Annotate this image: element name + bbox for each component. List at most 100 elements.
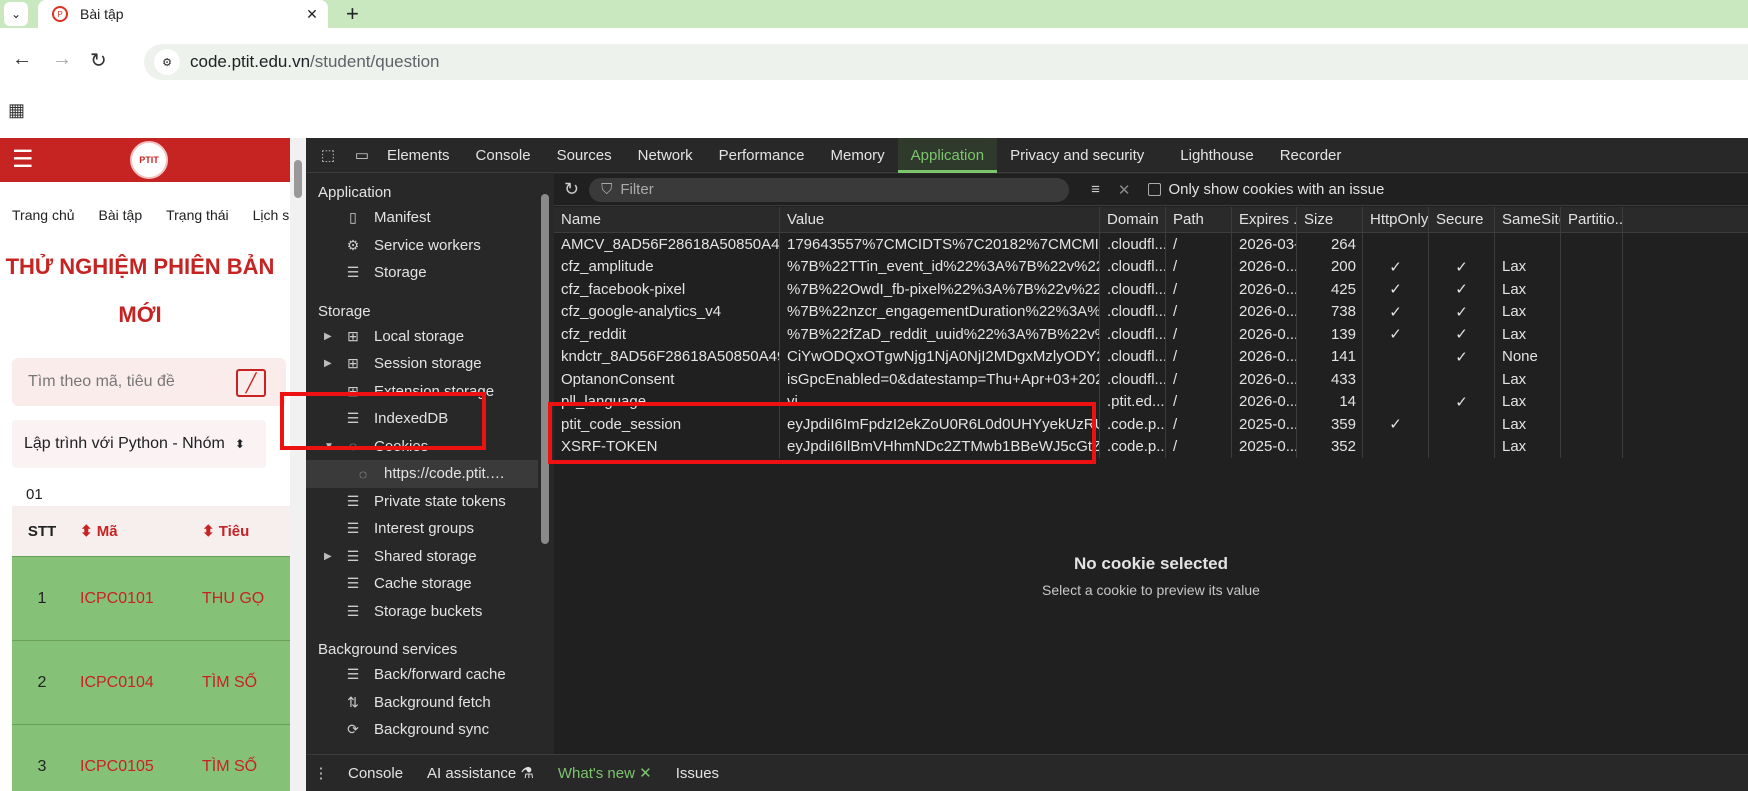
only-issue-checkbox[interactable] [1148,183,1162,196]
cookie-cell-domain: .ptit.ed... [1100,390,1166,413]
nav-exercises[interactable]: Bài tập [99,207,143,223]
tab-application[interactable]: Application [897,137,998,173]
sidebar-item-background-fetch[interactable]: ⇅ Background fetch [306,689,538,717]
tab-elements[interactable]: Elements [374,138,463,173]
forward-arrow-icon[interactable]: → [52,48,72,71]
delete-selected-icon[interactable]: ✕ [1118,181,1131,199]
col-partition[interactable]: Partitio... [1561,207,1623,232]
nav-home[interactable]: Trang chủ [12,207,75,223]
sidebar-item-private-state-tokens[interactable]: ☰ Private state tokens [306,488,538,516]
tab-memory[interactable]: Memory [818,138,898,173]
cookie-cell-secure: ✓ [1429,323,1495,346]
search-button[interactable]: ╱ [236,369,266,397]
tab-lighthouse[interactable]: Lighthouse [1167,138,1266,173]
row-title[interactable]: TÌM SỐ [202,758,257,776]
col-domain[interactable]: Domain [1100,207,1166,232]
col-value[interactable]: Value [780,207,1100,232]
sidebar-item-storage-buckets[interactable]: ☰ Storage buckets [306,598,538,626]
close-icon[interactable]: ✕ [639,765,652,782]
tab-privacy-security[interactable]: Privacy and security [997,138,1157,173]
cookie-cell-expires: 2026-0... [1232,323,1297,346]
cookie-row[interactable]: cfz_reddit %7B%22fZaD_reddit_uuid%22%3A%7… [554,323,1748,346]
col-path[interactable]: Path [1166,207,1232,232]
sidebar-scrollbar-thumb[interactable] [541,194,549,544]
cookie-cell-value: %7B%22nzcr_engagementDuration%22%3A%7B%.… [780,300,1100,323]
reload-icon[interactable]: ↻ [90,48,107,73]
sidebar-item-service-workers[interactable]: ⚙ Service workers [306,232,538,260]
more-options-icon[interactable]: ⋮ [306,764,336,782]
expand-arrow-icon[interactable]: ▶ [324,331,332,342]
row-code[interactable]: ICPC0104 [72,674,202,692]
cookie-row[interactable]: OptanonConsent isGpcEnabled=0&datestamp=T… [554,368,1748,391]
cookie-row[interactable]: cfz_facebook-pixel %7B%22OwdI_fb-pixel%22… [554,278,1748,301]
back-arrow-icon[interactable]: ← [12,48,32,71]
ptit-logo[interactable]: PTIT [130,141,168,179]
sidebar-item-session-storage[interactable]: ▶ ⊞ Session storage [306,350,538,378]
cookie-row[interactable]: AMCV_8AD56F28618A50850A495...179643557%7… [554,233,1748,256]
row-title[interactable]: TÌM SỐ [202,674,257,692]
expand-arrow-icon[interactable]: ▶ [324,358,332,369]
row-title[interactable]: THU GỌ [202,590,264,608]
cookie-row[interactable]: kndctr_8AD56F28618A50850A495...CiYwODQxO… [554,345,1748,368]
cookie-cell-size: 738 [1297,300,1363,323]
sidebar-item-label: Shared storage [374,547,477,565]
clear-filtered-icon[interactable]: ≡ [1091,181,1100,198]
drawer-tab-whats-new[interactable]: What's new ✕ [546,764,664,782]
header-code[interactable]: ⬍ Mã [72,522,202,540]
page-scrollbar-thumb[interactable] [294,160,302,198]
header-title[interactable]: ⬍ Tiêu [202,522,249,540]
apps-grid-icon[interactable]: ▦ [8,100,25,121]
tab-console[interactable]: Console [463,138,544,173]
drawer-tab-issues[interactable]: Issues [664,765,731,782]
device-toolbar-icon[interactable]: ▭ [350,146,374,164]
drawer-tab-ai-assistance[interactable]: AI assistance ⚗ [415,764,546,782]
browser-tab[interactable]: P Bài tập ✕ [38,0,328,28]
drawer-tab-console[interactable]: Console [336,765,415,782]
sidebar-item-bfcache[interactable]: ☰ Back/forward cache [306,661,538,689]
nav-status[interactable]: Trạng thái [166,207,229,223]
sidebar-item-background-sync[interactable]: ⟳ Background sync [306,716,538,744]
tab-search-button[interactable]: ⌄ [4,2,28,26]
sidebar-item-cookie-origin[interactable]: ◌ https://code.ptit.edu.vn [306,460,538,488]
col-size[interactable]: Size [1297,207,1363,232]
tab-network[interactable]: Network [625,138,706,173]
hamburger-menu-icon[interactable]: ☰ [12,148,34,172]
col-samesite[interactable]: SameSite [1495,207,1561,232]
col-httponly[interactable]: HttpOnly [1363,207,1429,232]
nav-history[interactable]: Lịch sử [253,207,290,223]
filter-input[interactable]: ⛉ Filter [589,177,1070,202]
sidebar-item-storage[interactable]: ☰ Storage [306,259,538,287]
cookie-cell-secure [1429,233,1495,256]
sidebar-item-cache-storage[interactable]: ☰ Cache storage [306,570,538,598]
cookie-row[interactable]: cfz_google-analytics_v4 %7B%22nzcr_engage… [554,300,1748,323]
sidebar-item-manifest[interactable]: ▯ Manifest [306,204,538,232]
row-code[interactable]: ICPC0101 [72,590,202,608]
cookie-cell-path: / [1166,300,1232,323]
address-bar[interactable]: ⚙ code.ptit.edu.vn /student/question [144,44,1748,80]
col-name[interactable]: Name [554,207,780,232]
col-expires[interactable]: Expires ... [1232,207,1297,232]
expand-arrow-icon[interactable]: ▶ [324,551,332,562]
tab-sources[interactable]: Sources [544,138,625,173]
refresh-icon[interactable]: ↻ [564,179,579,200]
course-select[interactable]: Lập trình với Python - Nhóm ⬍ [12,420,266,468]
sidebar-scrollbar[interactable] [538,174,552,754]
close-icon[interactable]: ✕ [302,6,322,23]
sidebar-item-shared-storage[interactable]: ▶ ☰ Shared storage [306,543,538,571]
sidebar-item-interest-groups[interactable]: ☰ Interest groups [306,515,538,543]
document-icon: ▯ [349,209,357,226]
tab-performance[interactable]: Performance [706,138,818,173]
sort-arrows-icon: ⬍ [234,437,245,451]
page-scrollbar[interactable] [290,138,306,791]
table-header: STT ⬍ Mã ⬍ Tiêu [12,506,290,556]
inspect-element-icon[interactable]: ⬚ [316,146,340,164]
row-code[interactable]: ICPC0105 [72,758,202,776]
tab-recorder[interactable]: Recorder [1267,138,1355,173]
col-secure[interactable]: Secure [1429,207,1495,232]
search-input[interactable]: Tìm theo mã, tiêu đề ╱ [12,358,286,406]
cookie-cell-path: / [1166,233,1232,256]
new-tab-button[interactable]: + [346,1,359,27]
site-info-icon[interactable]: ⚙ [154,49,180,75]
sidebar-item-local-storage[interactable]: ▶ ⊞ Local storage [306,323,538,351]
cookie-row[interactable]: cfz_amplitude %7B%22TTin_event_id%22%3A%7… [554,255,1748,278]
